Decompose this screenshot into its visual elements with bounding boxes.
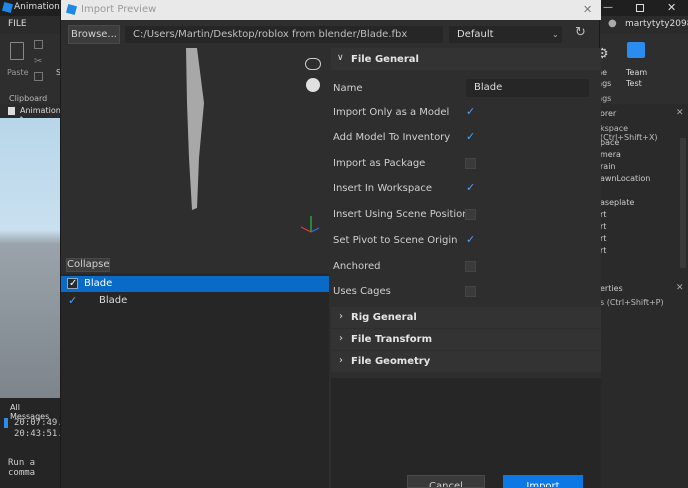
chevron-right-icon: › <box>339 355 343 366</box>
section-title: File Geometry <box>351 356 431 367</box>
checkmark-icon[interactable]: ✓ <box>68 294 77 307</box>
chevron-down-icon: ∨ <box>337 53 344 63</box>
clipboard-label: Clipboard <box>9 94 48 103</box>
preset-dropdown[interactable]: Default ⌄ <box>448 25 563 44</box>
checkmark-icon[interactable]: ✓ <box>466 233 475 246</box>
option-label: Insert In Workspace <box>333 183 432 194</box>
option-checkbox[interactable] <box>465 261 476 272</box>
output-line-2: 20:43:51. <box>14 429 63 439</box>
model-preview[interactable] <box>61 48 329 258</box>
paste-label: Paste <box>7 68 29 77</box>
checkmark-icon: ✓ <box>69 278 78 289</box>
preset-value: Default <box>457 29 494 40</box>
file-path-field[interactable]: C:/Users/Martin/Desktop/roblox from blen… <box>124 25 444 44</box>
minimize-icon[interactable]: — <box>603 2 613 13</box>
settings-pane-fill <box>331 378 601 488</box>
output-line-1: 20:07:49. <box>14 418 63 428</box>
tree-checkbox[interactable]: ✓ <box>67 278 78 289</box>
import-preview-dialog: Import Preview ✕ Browse... C:/Users/Mart… <box>60 0 601 488</box>
reset-icon[interactable]: ↻ <box>575 25 586 40</box>
chevron-right-icon: › <box>339 311 343 322</box>
maximize-icon[interactable] <box>636 4 644 12</box>
option-label: Import as Package <box>333 158 426 169</box>
browse-button[interactable]: Browse... <box>68 25 120 44</box>
copy-icon[interactable] <box>34 40 43 49</box>
section-title: File Transform <box>351 334 432 345</box>
explorer-item[interactable]: mera <box>600 150 621 159</box>
option-label: Uses Cages <box>333 286 391 297</box>
section-title: Rig General <box>351 312 417 323</box>
user-name[interactable]: martytyty2098 <box>625 19 688 29</box>
studio-logo-icon <box>1 1 14 14</box>
explorer-item[interactable]: awnLocation <box>600 174 650 183</box>
section-title: File General <box>351 54 419 65</box>
paste-icon[interactable] <box>10 42 24 60</box>
properties-panel: erties ✕ s (Ctrl+Shift+P) <box>600 280 688 488</box>
properties-filter[interactable]: s (Ctrl+Shift+P) <box>600 298 664 307</box>
properties-header: erties <box>600 284 623 293</box>
file-transform-header[interactable]: › File Transform <box>331 329 601 350</box>
name-input[interactable]: Blade <box>465 78 590 98</box>
tree-row-blade-root[interactable]: ✓ Blade <box>61 276 329 292</box>
cut-icon[interactable]: ✂ <box>34 56 42 67</box>
clipboard-tab[interactable]: Animation t <box>0 104 61 124</box>
explorer-item[interactable]: rain <box>600 162 615 171</box>
option-label: Anchored <box>333 261 381 272</box>
people-icon: ● <box>608 18 617 29</box>
option-checkbox[interactable] <box>465 158 476 169</box>
team-test-label-1[interactable]: Team <box>626 68 647 77</box>
cancel-button[interactable]: Cancel <box>407 475 485 488</box>
camera-icon[interactable] <box>305 58 321 70</box>
option-checkbox[interactable] <box>465 286 476 297</box>
explorer-scrollbar[interactable] <box>680 138 686 268</box>
checkmark-icon[interactable]: ✓ <box>466 130 475 143</box>
properties-close-icon[interactable]: ✕ <box>676 283 684 293</box>
menu-file[interactable]: FILE <box>8 19 27 29</box>
script-icon <box>8 107 15 115</box>
dialog-close-icon[interactable]: ✕ <box>583 3 592 16</box>
option-checkbox[interactable] <box>465 209 476 220</box>
option-label: Insert Using Scene Position <box>333 209 469 220</box>
explorer-header: orer <box>600 109 617 118</box>
explorer-close-icon[interactable]: ✕ <box>676 108 684 118</box>
tree-label: Blade <box>84 278 113 289</box>
checkmark-icon[interactable]: ✓ <box>466 181 475 194</box>
command-bar[interactable]: Run a comma <box>8 458 60 478</box>
checkmark-icon[interactable]: ✓ <box>466 105 475 118</box>
output-panel: All Messages 20:07:49. 20:43:51. Run a c… <box>0 398 63 488</box>
settings-pane: ∨ File General Name Blade Import Only as… <box>331 48 601 378</box>
team-test-label-2[interactable]: Test <box>626 79 642 88</box>
studio-viewport[interactable] <box>0 118 60 398</box>
collapse-button[interactable]: Collapse <box>66 258 110 272</box>
import-button[interactable]: Import <box>503 475 583 488</box>
name-label: Name <box>333 83 363 94</box>
dialog-titlebar: Import Preview ✕ <box>61 0 601 20</box>
explorer-item[interactable]: aseplate <box>600 198 634 207</box>
dialog-logo-icon <box>65 3 78 16</box>
explorer-item[interactable]: pace <box>600 138 619 147</box>
option-label: Add Model To Inventory <box>333 132 451 143</box>
tree-row-blade-child[interactable]: ✓ Blade <box>61 293 329 309</box>
chevron-down-icon: ⌄ <box>552 30 559 39</box>
file-general-header[interactable]: ∨ File General <box>331 48 601 70</box>
option-label: Import Only as a Model <box>333 107 450 118</box>
option-label: Set Pivot to Scene Origin <box>333 235 458 246</box>
blade-model <box>186 48 320 233</box>
close-window-icon[interactable]: ✕ <box>667 1 676 14</box>
explorer-panel: orer ✕ kspace (Ctrl+Shift+X) pace mera r… <box>600 104 688 280</box>
duplicate-icon[interactable] <box>34 72 43 81</box>
file-geometry-header[interactable]: › File Geometry <box>331 351 601 372</box>
chevron-right-icon: › <box>339 333 343 344</box>
dialog-title: Import Preview <box>81 4 157 15</box>
rig-general-header[interactable]: › Rig General <box>331 307 601 328</box>
output-marker <box>4 418 8 428</box>
team-test-icon[interactable] <box>627 42 645 58</box>
tree-view: ✓ Blade ✓ Blade <box>61 274 329 488</box>
tree-label: Blade <box>99 295 128 306</box>
globe-icon[interactable] <box>306 78 320 92</box>
